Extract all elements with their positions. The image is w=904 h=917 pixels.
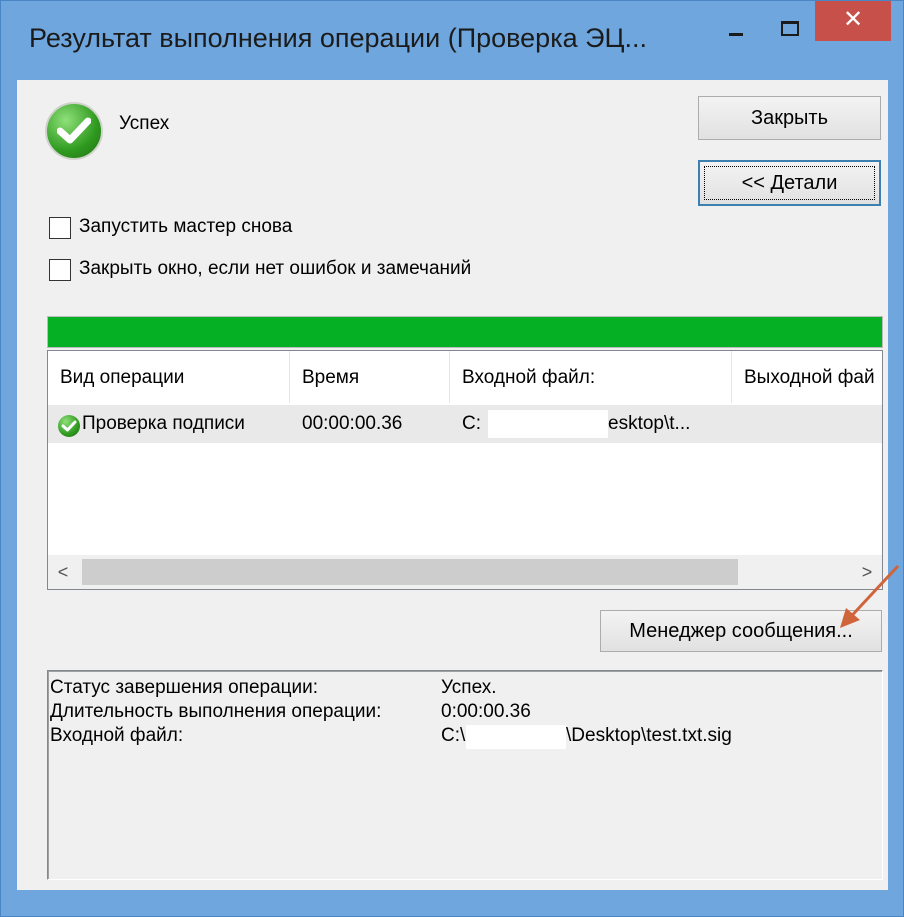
- details-panel[interactable]: Статус завершения операции: Успех. Длите…: [47, 670, 883, 880]
- minimize-button[interactable]: [717, 11, 757, 43]
- restart-wizard-label: Запустить мастер снова: [79, 216, 293, 237]
- detail-label: Входной файл:: [50, 725, 184, 746]
- restart-wizard-checkbox[interactable]: [49, 217, 71, 239]
- horizontal-scrollbar[interactable]: < >: [48, 555, 882, 589]
- cell-operation: Проверка подписи: [82, 413, 245, 434]
- maximize-button[interactable]: [769, 11, 809, 43]
- status-text: Успех: [119, 113, 170, 134]
- close-button[interactable]: Закрыть: [698, 96, 881, 140]
- column-header-output-file[interactable]: Выходной фай: [732, 351, 882, 403]
- close-if-no-errors-label: Закрыть окно, если нет ошибок и замечани…: [79, 258, 472, 279]
- dialog-client-area: Успех Закрыть << Детали Запустить мастер…: [17, 80, 888, 890]
- redacted-path: [466, 725, 566, 749]
- close-window-button[interactable]: ✕: [815, 1, 891, 41]
- detail-label: Длительность выполнения операции:: [50, 701, 382, 722]
- success-check-icon: [58, 415, 80, 437]
- detail-value-suffix: \Desktop\test.txt.sig: [566, 725, 732, 746]
- close-if-no-errors-checkbox[interactable]: [49, 259, 71, 281]
- detail-value-prefix: C:\: [441, 725, 466, 746]
- dialog-window: Результат выполнения операции (Проверка …: [0, 0, 904, 917]
- detail-label: Статус завершения операции:: [50, 677, 319, 698]
- success-check-icon: [45, 102, 103, 160]
- column-header-operation[interactable]: Вид операции: [48, 351, 290, 403]
- annotation-arrow-icon: [840, 564, 900, 628]
- cell-time: 00:00:00.36: [302, 413, 403, 434]
- list-header: Вид операции Время Входной файл: Выходно…: [48, 351, 882, 403]
- details-toggle-button[interactable]: << Детали: [698, 160, 881, 206]
- redacted-path: [488, 410, 608, 438]
- window-title: Результат выполнения операции (Проверка …: [29, 23, 648, 53]
- operations-list[interactable]: Вид операции Время Входной файл: Выходно…: [47, 350, 883, 590]
- cell-input-suffix: esktop\t...: [608, 413, 691, 434]
- progress-bar: [47, 316, 883, 348]
- column-header-time[interactable]: Время: [290, 351, 450, 403]
- column-header-input-file[interactable]: Входной файл:: [450, 351, 732, 403]
- detail-value: 0:00:00.36: [441, 701, 531, 722]
- title-bar[interactable]: Результат выполнения операции (Проверка …: [1, 1, 903, 79]
- focus-rectangle: [704, 166, 875, 200]
- scrollbar-thumb[interactable]: [82, 559, 738, 585]
- close-icon: ✕: [842, 6, 864, 33]
- table-row[interactable]: Проверка подписи 00:00:00.36 C: esktop\t…: [48, 405, 882, 443]
- detail-value: Успех.: [441, 677, 497, 698]
- scroll-left-icon[interactable]: <: [48, 555, 78, 589]
